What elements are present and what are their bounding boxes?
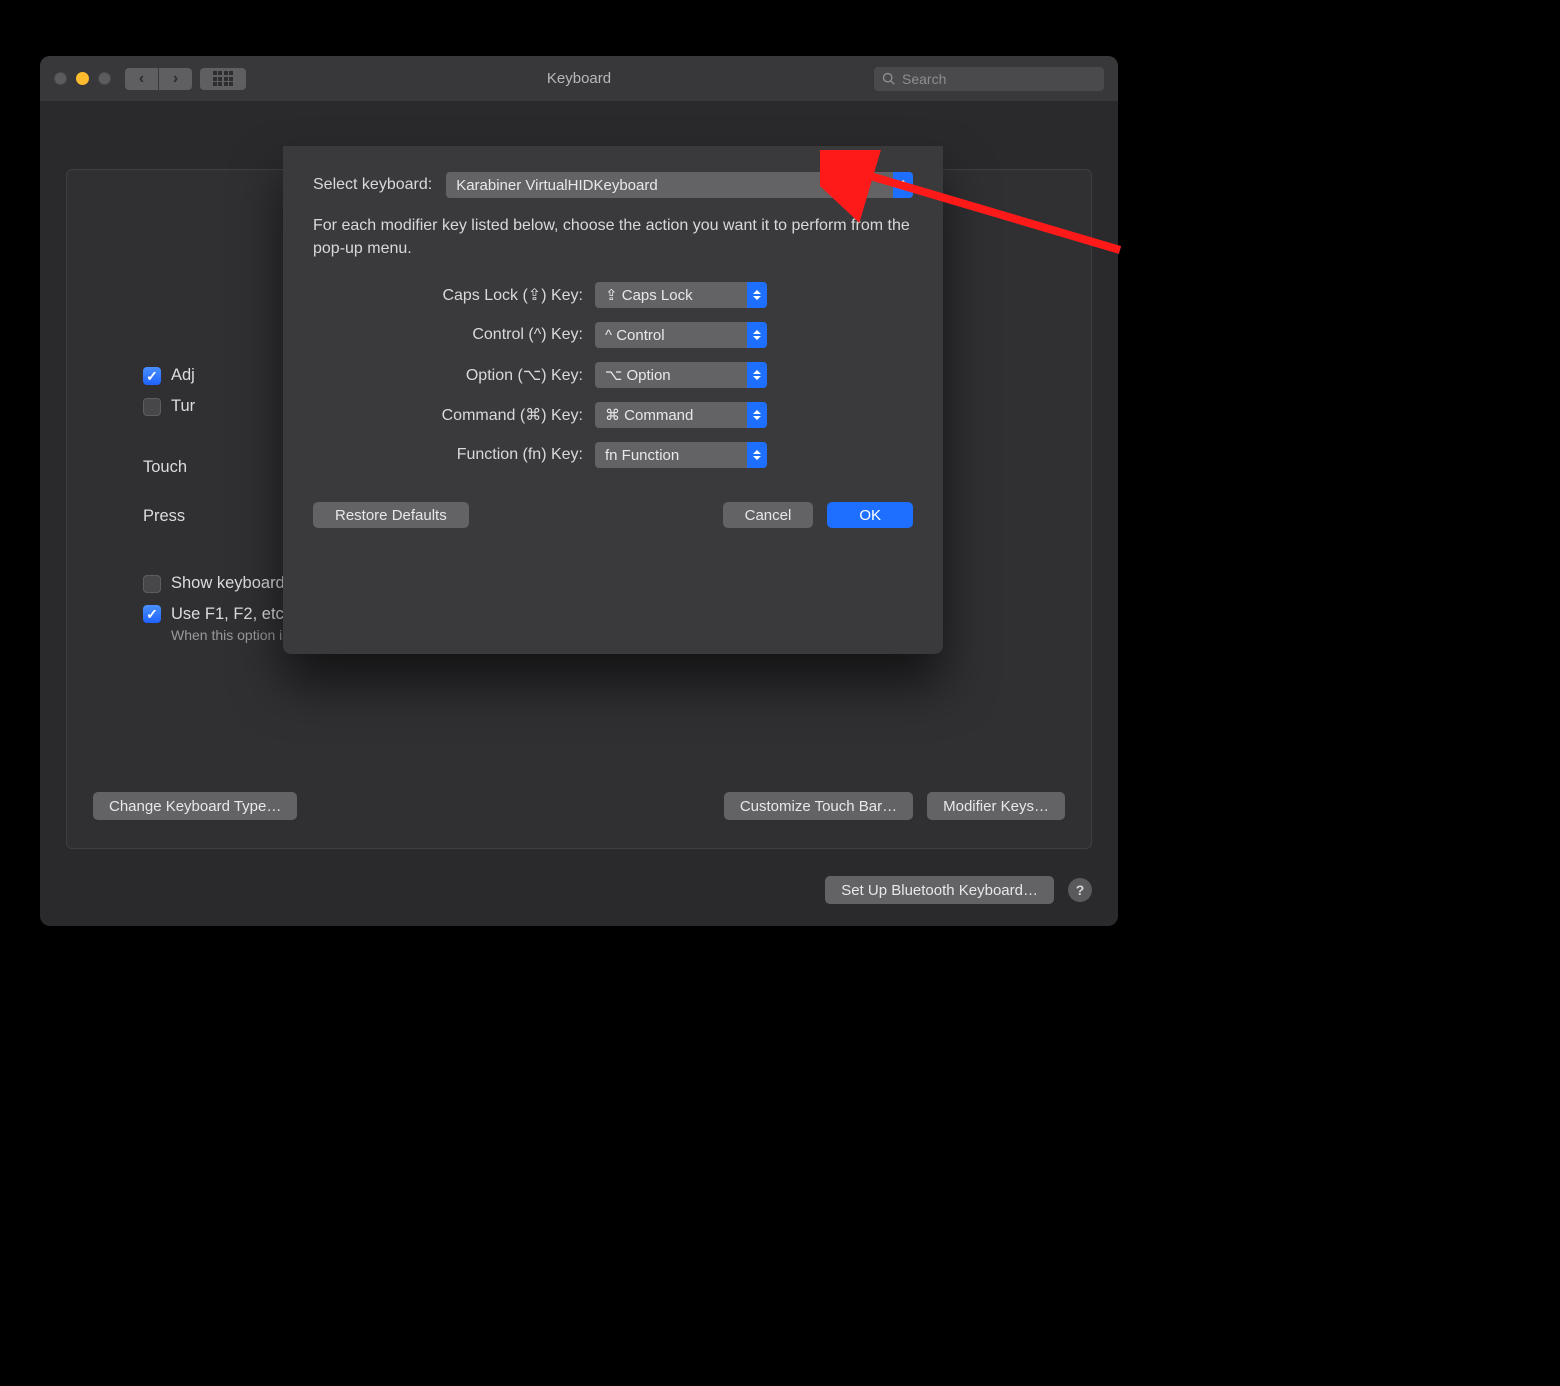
option-popup[interactable]: ⌥ Option [595,362,767,388]
cancel-button[interactable]: Cancel [723,502,814,528]
window-controls [54,72,111,85]
modifier-keys-button[interactable]: Modifier Keys… [927,792,1065,820]
show-all-button[interactable] [200,68,246,90]
capslock-row: Caps Lock (⇪) Key: ⇪ Caps Lock [313,282,913,308]
show-viewers-checkbox[interactable] [143,575,161,593]
popup-stepper-icon [747,282,767,308]
command-row: Command (⌘) Key: ⌘ Command [313,402,913,428]
control-popup[interactable]: ^ Control [595,322,767,348]
search-icon [882,72,896,86]
option-row: Option (⌥) Key: ⌥ Option [313,362,913,388]
command-popup[interactable]: ⌘ Command [595,402,767,428]
select-keyboard-popup[interactable]: Karabiner VirtualHIDKeyboard [446,172,913,198]
control-value: ^ Control [605,327,665,344]
ok-button[interactable]: OK [827,502,913,528]
titlebar: ‹ › Keyboard Search [40,56,1118,101]
key-rows: Caps Lock (⇪) Key: ⇪ Caps Lock Control (… [313,282,913,468]
popup-stepper-icon [747,322,767,348]
function-popup[interactable]: fn Function [595,442,767,468]
turn-checkbox[interactable] [143,398,161,416]
grid-icon [213,71,234,86]
search-field[interactable]: Search [874,67,1104,91]
function-label: Function (fn) Key: [313,446,595,464]
use-fkeys-checkbox[interactable] [143,605,161,623]
help-button[interactable]: ? [1068,878,1092,902]
popup-stepper-icon [747,402,767,428]
close-window-button[interactable] [54,72,67,85]
capslock-value: ⇪ Caps Lock [605,286,693,304]
change-keyboard-type-button[interactable]: Change Keyboard Type… [93,792,297,820]
control-label: Control (^) Key: [313,326,595,344]
restore-defaults-button[interactable]: Restore Defaults [313,502,469,528]
capslock-popup[interactable]: ⇪ Caps Lock [595,282,767,308]
panel-bottom-buttons: Change Keyboard Type… Customize Touch Ba… [93,792,1065,820]
command-value: ⌘ Command [605,406,693,424]
control-row: Control (^) Key: ^ Control [313,322,913,348]
sheet-instructions: For each modifier key listed below, choo… [313,214,913,260]
preferences-window: ‹ › Keyboard Search [40,56,1118,926]
popup-stepper-icon [893,172,913,198]
below-panel-row: Set Up Bluetooth Keyboard… ? [40,876,1092,904]
adjust-label: Adj [171,366,195,385]
minimize-window-button[interactable] [76,72,89,85]
option-label: Option (⌥) Key: [313,365,595,385]
select-keyboard-value: Karabiner VirtualHIDKeyboard [456,177,658,194]
capslock-label: Caps Lock (⇪) Key: [313,285,595,305]
window-title: Keyboard [547,70,611,87]
back-button[interactable]: ‹ [125,68,158,90]
forward-button[interactable]: › [159,68,192,90]
chevron-left-icon: ‹ [139,71,144,87]
adjust-checkbox[interactable] [143,367,161,385]
turn-label: Tur [171,397,195,416]
modifier-keys-sheet: Select keyboard: Karabiner VirtualHIDKey… [283,146,943,654]
chevron-right-icon: › [173,71,178,87]
setup-bluetooth-button[interactable]: Set Up Bluetooth Keyboard… [825,876,1054,904]
option-value: ⌥ Option [605,366,671,384]
search-placeholder: Search [902,71,946,87]
popup-stepper-icon [747,442,767,468]
popup-stepper-icon [747,362,767,388]
press-label: Press [143,507,185,526]
nav-buttons: ‹ › [125,68,192,90]
command-label: Command (⌘) Key: [313,405,595,425]
function-value: fn Function [605,447,679,464]
function-row: Function (fn) Key: fn Function [313,442,913,468]
content-area: Adj Tur Touch Press [40,101,1118,926]
select-keyboard-label: Select keyboard: [313,176,432,194]
zoom-window-button[interactable] [98,72,111,85]
customize-touch-bar-button[interactable]: Customize Touch Bar… [724,792,913,820]
touchbar-label: Touch [143,458,187,477]
